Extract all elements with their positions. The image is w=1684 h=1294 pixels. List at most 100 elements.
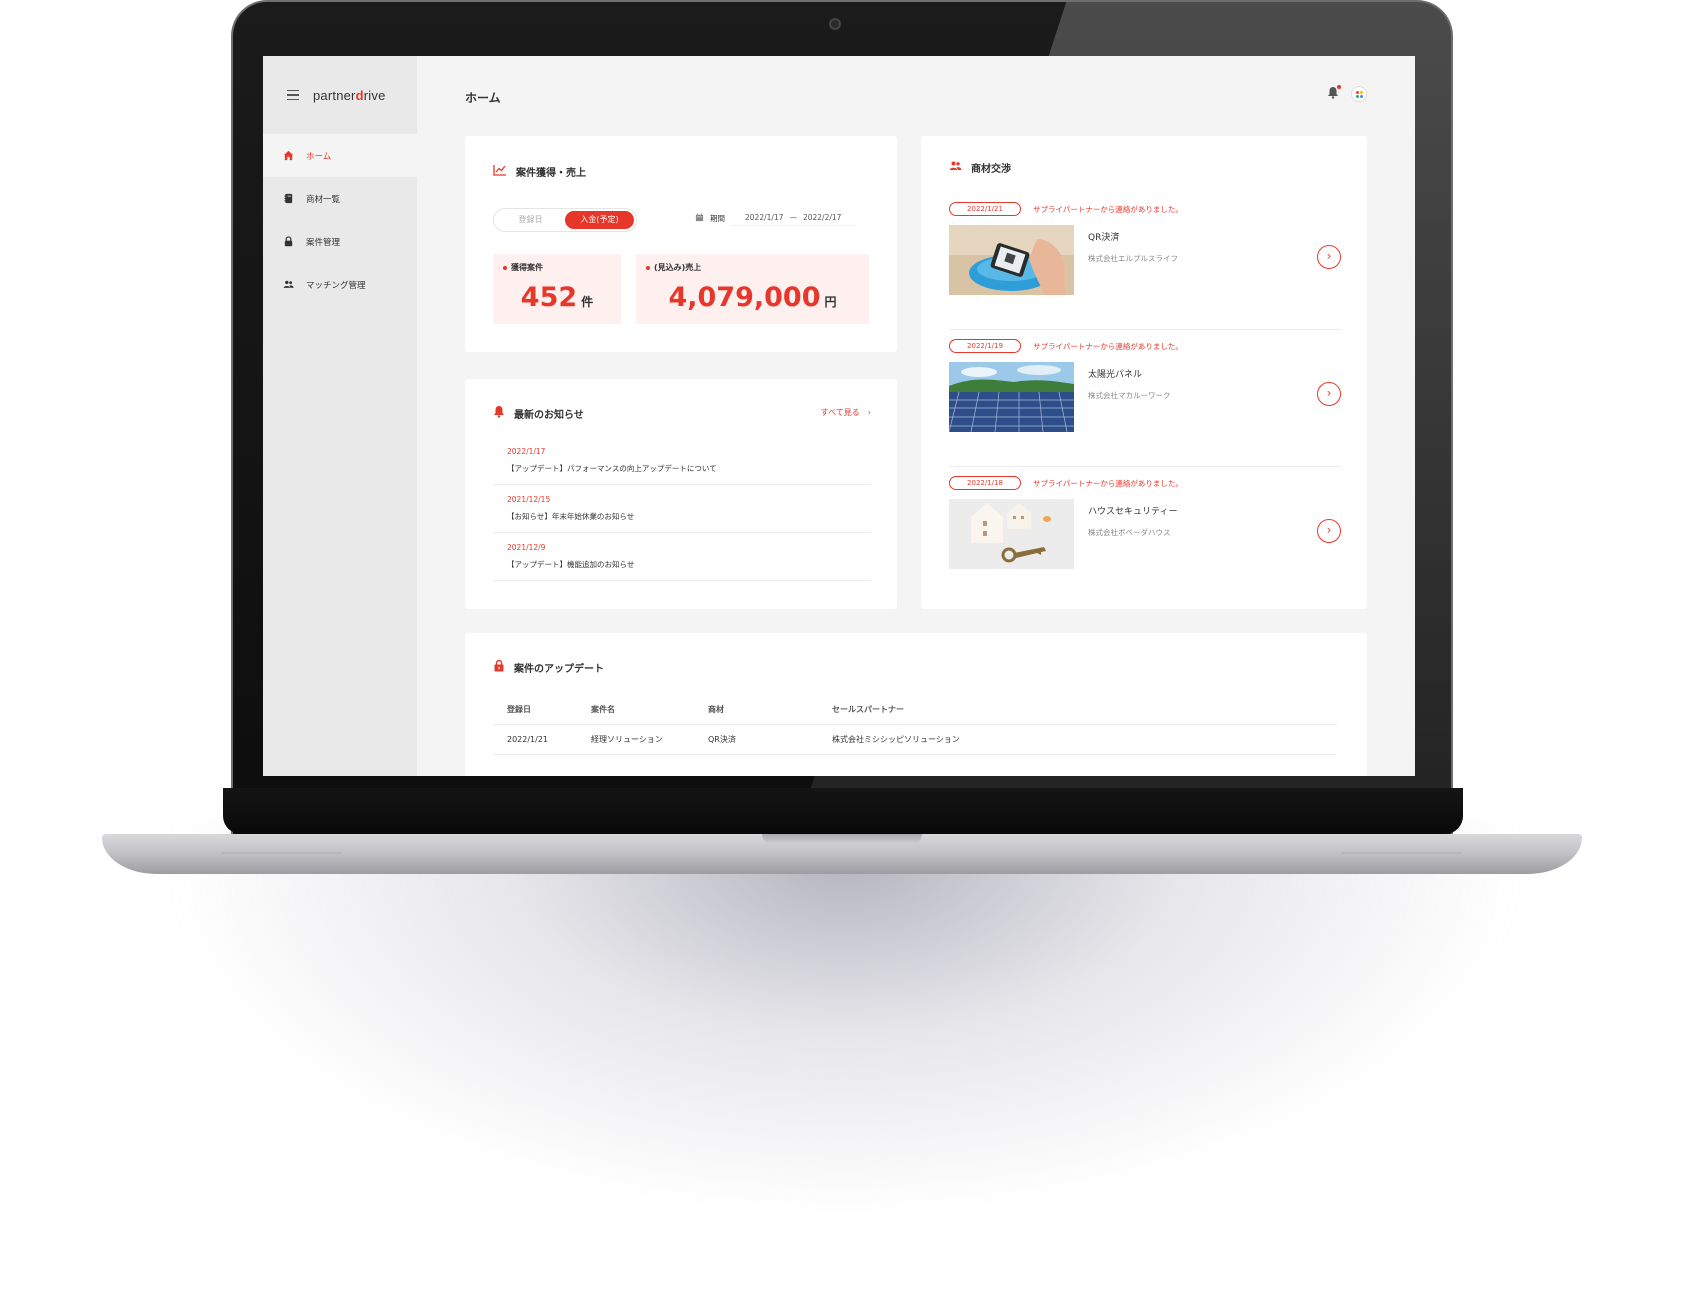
period-to: 2022/2/17	[802, 213, 842, 222]
news-date: 2022/1/17	[507, 447, 546, 456]
news-date: 2021/12/9	[507, 543, 546, 552]
book-icon	[283, 193, 294, 204]
page-title: ホーム	[465, 91, 501, 105]
kpi-unit: 円	[824, 295, 837, 309]
news-card-title: 最新のお知らせ	[493, 405, 584, 421]
table-cell: 経理ソリューション	[591, 735, 663, 744]
company-name: 株式会社エルプルスライフ	[1088, 254, 1178, 263]
period-picker[interactable]: 期間 2022/1/17 — 2022/2/17	[695, 210, 856, 226]
chart-line-icon	[493, 164, 507, 179]
sidebar-item-cases[interactable]: 案件管理	[263, 220, 417, 263]
kpi-label: (見込み)売上	[646, 262, 701, 273]
users-icon	[283, 279, 294, 290]
sales-card-title: 案件獲得・売上	[493, 164, 586, 179]
calendar-icon	[695, 212, 704, 224]
sidebar-item-label: 商材一覧	[306, 194, 341, 205]
news-text: 【お知らせ】年末年始休業のお知らせ	[507, 512, 635, 521]
period-separator: —	[789, 213, 797, 222]
column-header[interactable]: 登録日	[493, 704, 591, 715]
negotiation-card: 商材交渉 2022/1/21 サプライパートナーから連絡がありました。 QR決済…	[921, 136, 1367, 609]
nego-message: サプライパートナーから連絡がありました。	[1033, 342, 1183, 351]
table-header: 登録日 案件名 商材 セールスパートナー	[493, 695, 1337, 725]
menu-icon[interactable]	[287, 90, 299, 100]
sidebar-item-products[interactable]: 商材一覧	[263, 177, 417, 220]
chevron-right-icon: ›	[867, 408, 871, 417]
date-badge: 2022/1/18	[949, 476, 1021, 490]
kpi-value-row: 452 件	[493, 282, 621, 313]
sales-card: 案件獲得・売上 登録日 入金(予定) 期間 2022/1/17 — 2022/2…	[465, 136, 897, 352]
toggle-registration-date[interactable]: 登録日	[496, 211, 565, 229]
list-item[interactable]: 2022/1/19 サプライパートナーから連絡がありました。 太陽光パネル 株式…	[949, 339, 1341, 467]
table-row[interactable]: 2022/1/21 経理ソリューション QR決済 株式会社ミシシッピソリューショ…	[493, 725, 1337, 755]
table-cell: 2022/1/21	[507, 735, 549, 744]
kpi-value: 452	[520, 282, 578, 313]
period-range[interactable]: 2022/1/17 — 2022/2/17	[731, 210, 856, 226]
users-icon	[949, 160, 962, 175]
chevron-right-icon[interactable]: ›	[1317, 382, 1341, 406]
notification-dot	[1337, 85, 1341, 89]
date-basis-toggle[interactable]: 登録日 入金(予定)	[493, 208, 637, 232]
toggle-payment-date[interactable]: 入金(予定)	[565, 211, 634, 229]
chevron-right-icon[interactable]: ›	[1317, 519, 1341, 543]
brand: partnerdrive	[263, 56, 417, 134]
lock-icon	[493, 659, 505, 675]
product-name: 太陽光パネル	[1088, 370, 1143, 380]
main-content: ホーム 案件獲得・売上 登録日 入金(予定) 期間 2022/1/17 — 20…	[417, 56, 1415, 776]
app-screen: partnerdrive ホーム 商材一覧 案件管理 マッチング管理 ホーム 案…	[263, 56, 1415, 776]
nego-message: サプライパートナーから連絡がありました。	[1033, 479, 1183, 488]
news-list: 2022/1/17 【アップデート】パフォーマンスの向上アップデートについて 2…	[493, 437, 871, 581]
table-cell: QR決済	[708, 735, 736, 744]
list-item[interactable]: 2022/1/21 サプライパートナーから連絡がありました。 QR決済 株式会社…	[949, 202, 1341, 330]
bell-icon	[493, 405, 505, 421]
negotiation-card-title: 商材交渉	[949, 160, 1011, 175]
kpi-acquired-cases: 獲得案件 452 件	[493, 254, 621, 324]
logo[interactable]: partnerdrive	[313, 88, 386, 103]
sidebar: partnerdrive ホーム 商材一覧 案件管理 マッチング管理	[263, 56, 417, 776]
see-all-link[interactable]: すべて見る ›	[821, 407, 871, 418]
news-date: 2021/12/15	[507, 495, 551, 504]
chevron-right-icon[interactable]: ›	[1317, 245, 1341, 269]
home-icon	[283, 150, 294, 161]
product-image-qr-payment	[949, 225, 1074, 295]
header-actions	[1327, 85, 1367, 102]
laptop-shadow	[160, 820, 1530, 1220]
list-item[interactable]: 2021/12/9 【アップデート】機能追加のお知らせ	[493, 533, 871, 581]
column-header[interactable]: 商材	[708, 704, 832, 715]
column-header[interactable]: セールスパートナー	[832, 704, 1337, 715]
product-image-house-security	[949, 499, 1074, 569]
product-name: QR決済	[1088, 233, 1120, 243]
notification-bell-icon[interactable]	[1327, 85, 1341, 102]
sidebar-item-home[interactable]: ホーム	[263, 134, 417, 177]
company-name: 株式会社マカルーワーク	[1088, 391, 1171, 400]
sidebar-item-label: マッチング管理	[306, 280, 366, 291]
product-image-solar-panel	[949, 362, 1074, 432]
date-badge: 2022/1/19	[949, 339, 1021, 353]
kpi-label: 獲得案件	[503, 262, 543, 273]
case-updates-card: 案件のアップデート 登録日 案件名 商材 セールスパートナー 2022/1/21…	[465, 633, 1367, 776]
kpi-value: 4,079,000	[668, 282, 821, 313]
news-text: 【アップデート】機能追加のお知らせ	[507, 560, 635, 569]
account-avatar-icon[interactable]	[1351, 86, 1367, 102]
kpi-unit: 件	[581, 295, 594, 309]
sidebar-item-label: ホーム	[306, 151, 332, 162]
list-item[interactable]: 2022/1/18 サプライパートナーから連絡がありました。 ハウスセキュリティ…	[949, 476, 1341, 604]
laptop-chin	[223, 788, 1463, 834]
kpi-value-row: 4,079,000 円	[636, 282, 869, 313]
case-updates-table: 登録日 案件名 商材 セールスパートナー 2022/1/21 経理ソリューション…	[493, 695, 1337, 755]
product-name: ハウスセキュリティー	[1088, 507, 1178, 517]
company-name: 株式会社ボベーダハウス	[1088, 528, 1171, 537]
news-card: 最新のお知らせ すべて見る › 2022/1/17 【アップデート】パフォーマン…	[465, 379, 897, 609]
nego-message: サプライパートナーから連絡がありました。	[1033, 205, 1183, 214]
date-badge: 2022/1/21	[949, 202, 1021, 216]
laptop-base	[102, 834, 1582, 874]
sidebar-item-label: 案件管理	[306, 237, 341, 248]
column-header[interactable]: 案件名	[591, 704, 708, 715]
sidebar-item-matching[interactable]: マッチング管理	[263, 263, 417, 306]
table-cell: 株式会社ミシシッピソリューション	[832, 735, 960, 744]
list-item[interactable]: 2022/1/17 【アップデート】パフォーマンスの向上アップデートについて	[493, 437, 871, 485]
case-updates-title: 案件のアップデート	[493, 659, 604, 675]
list-item[interactable]: 2021/12/15 【お知らせ】年末年始休業のお知らせ	[493, 485, 871, 533]
lock-icon	[283, 236, 294, 247]
period-from: 2022/1/17	[745, 213, 784, 222]
camera-icon	[829, 18, 841, 30]
